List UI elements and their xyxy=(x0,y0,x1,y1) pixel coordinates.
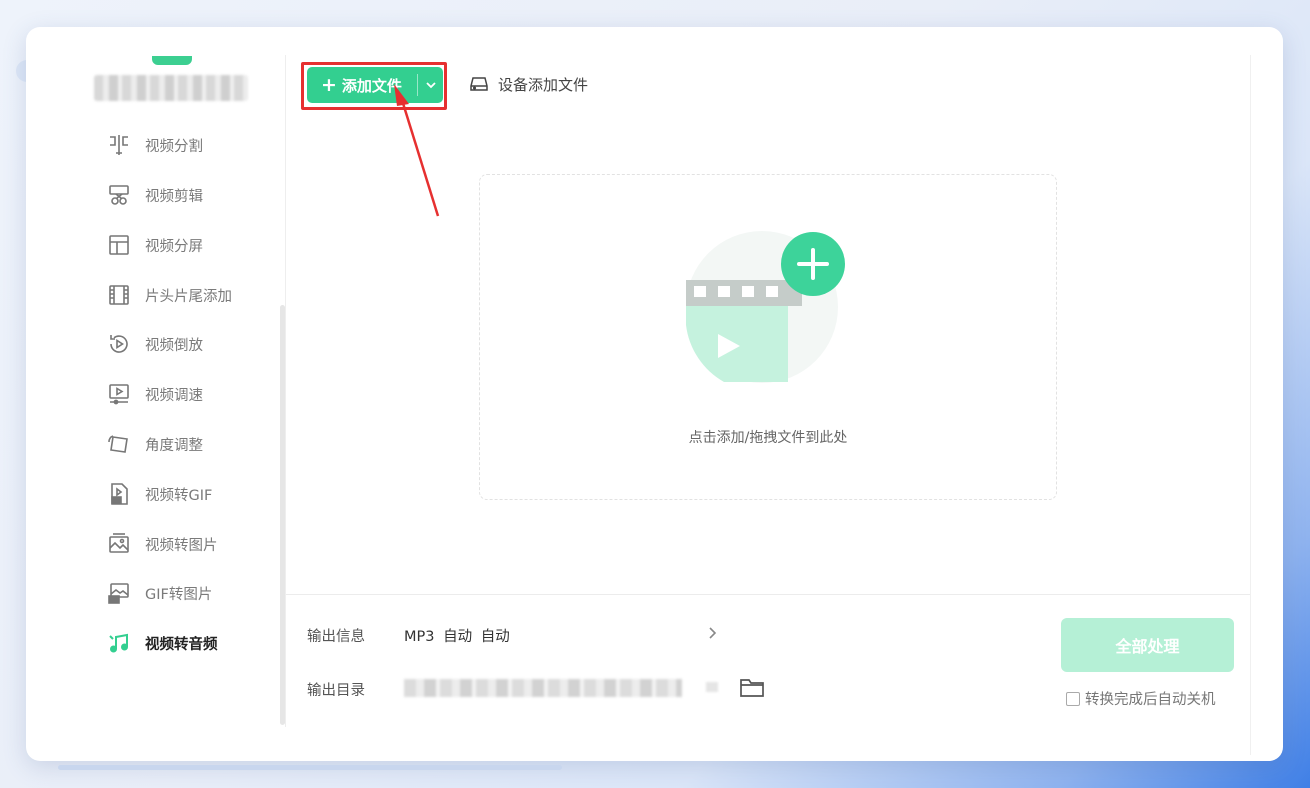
sidebar-item-reverse[interactable]: 视频倒放 xyxy=(106,329,203,359)
add-file-label: 添加文件 xyxy=(341,76,402,95)
rotate-icon xyxy=(106,431,132,457)
auto-shutdown-label: 转换完成后自动关机 xyxy=(1085,692,1216,708)
plus-icon: + xyxy=(321,74,337,96)
music-icon xyxy=(106,630,132,656)
device-add-button[interactable]: 设备添加文件 xyxy=(470,72,588,96)
output-dir-path-blurred xyxy=(404,679,682,697)
sidebar-item-label: 视频转音频 xyxy=(145,636,218,653)
sidebar-item-label: 视频分屏 xyxy=(145,238,203,255)
sidebar-item-label: 片头片尾添加 xyxy=(145,288,232,305)
folder-icon[interactable] xyxy=(739,676,765,702)
sidebar-item-to-gif[interactable]: 视频转GIF xyxy=(106,479,212,509)
sidebar-item-video-edit[interactable]: 视频剪辑 xyxy=(106,180,203,210)
film-icon xyxy=(106,282,132,308)
sidebar-item-label: 视频调速 xyxy=(145,387,203,404)
add-file-main[interactable]: + 添加文件 xyxy=(307,67,417,103)
checkbox-icon[interactable] xyxy=(1066,691,1080,706)
sidebar-item-label: 视频剪辑 xyxy=(145,188,203,205)
image-icon xyxy=(106,531,132,557)
speed-icon xyxy=(106,381,132,407)
add-file-button[interactable]: + 添加文件 xyxy=(307,67,443,103)
output-dir-path-blurred-tail xyxy=(706,682,718,692)
sidebar-item-label: 视频分割 xyxy=(145,138,203,155)
device-add-label: 设备添加文件 xyxy=(498,75,589,94)
sidebar-item-label: 视频转图片 xyxy=(145,537,218,554)
sidebar-item-video-split[interactable]: 视频分割 xyxy=(106,133,203,157)
scissors-icon xyxy=(106,182,132,208)
sidebar-item-to-image[interactable]: 视频转图片 xyxy=(106,529,218,559)
drop-hint-text: 点击添加/拖拽文件到此处 xyxy=(688,430,848,446)
output-info-label: 输出信息 xyxy=(307,629,365,645)
sidebar-item-label: 视频倒放 xyxy=(145,337,203,354)
chevron-right-icon[interactable] xyxy=(705,624,719,646)
sidebar-item-gif-to-image[interactable]: GIF转图片 xyxy=(106,578,212,608)
sidebar-item-label: 视频转GIF xyxy=(145,487,213,504)
app-badge xyxy=(152,56,192,65)
sidebar-item-to-audio[interactable]: 视频转音频 xyxy=(106,628,218,658)
split-icon xyxy=(106,133,132,157)
gif-file-icon xyxy=(106,481,132,507)
drive-icon xyxy=(470,76,488,92)
app-title-blurred xyxy=(94,75,248,101)
sidebar-item-intro-outro[interactable]: 片头片尾添加 xyxy=(106,280,232,310)
layout-icon xyxy=(106,232,132,258)
sidebar-item-label: GIF转图片 xyxy=(145,586,213,603)
gif-image-icon xyxy=(106,580,132,606)
divider xyxy=(286,594,1250,595)
sidebar: 视频分割 视频剪辑 视频分屏 片头片尾添加 视频倒放 视频调速 角度调整 视频转… xyxy=(60,55,286,727)
output-info-value[interactable]: MP3 自动 自动 xyxy=(404,625,510,646)
sidebar-item-split-screen[interactable]: 视频分屏 xyxy=(106,230,203,260)
output-dir-label: 输出目录 xyxy=(307,683,365,699)
sidebar-scrollbar[interactable] xyxy=(280,305,285,725)
sidebar-item-label: 角度调整 xyxy=(145,437,203,454)
auto-shutdown-checkbox[interactable]: 转换完成后自动关机 xyxy=(1066,688,1216,709)
add-video-illustration-icon xyxy=(686,231,845,383)
sidebar-item-rotate[interactable]: 角度调整 xyxy=(106,429,203,459)
chevron-down-icon[interactable] xyxy=(418,79,443,91)
reverse-play-icon xyxy=(106,331,132,357)
sidebar-item-speed[interactable]: 视频调速 xyxy=(106,379,203,409)
decorative-bar xyxy=(58,765,562,770)
process-all-button[interactable]: 全部处理 xyxy=(1061,618,1234,672)
